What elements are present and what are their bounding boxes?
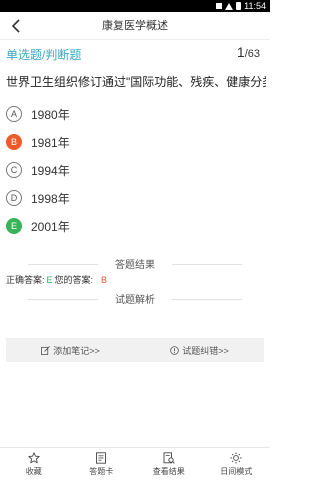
tab-label: 收藏 (25, 466, 42, 476)
add-note-button[interactable]: 添加笔记>> (6, 338, 135, 362)
my-answer-label: 您的答案: (54, 275, 94, 285)
tab-answer-card[interactable]: 答题卡 (68, 448, 136, 480)
battery-icon (236, 2, 242, 10)
option-text: 1994年 (31, 163, 70, 178)
status-icons: 11:54 (216, 0, 266, 12)
question-progress: 1/63 (237, 44, 260, 60)
analysis-section-title: 试题解析 (0, 291, 270, 306)
result-icon (163, 451, 175, 464)
option-text: 1998年 (31, 191, 70, 206)
edit-icon (41, 345, 51, 355)
star-icon (28, 451, 40, 463)
top-bar: 康复医学概述 (0, 12, 270, 40)
option-a[interactable]: A 1980年 (6, 100, 264, 128)
action-bar: 添加笔记>> 试题纠错>> (6, 338, 264, 362)
option-c[interactable]: C 1994年 (6, 156, 264, 184)
notification-icon (216, 3, 223, 9)
alert-icon (170, 345, 180, 355)
option-e[interactable]: E 2001年 (6, 212, 264, 240)
page-title: 康复医学概述 (102, 20, 168, 32)
correct-answer-label: 正确答案: (6, 275, 45, 285)
option-letter: A (6, 106, 22, 122)
option-letter: D (6, 190, 22, 206)
option-text: 2001年 (31, 219, 70, 234)
report-error-button[interactable]: 试题纠错>> (135, 338, 264, 362)
option-letter: B (6, 134, 22, 150)
tab-label: 答题卡 (89, 466, 114, 476)
option-text: 1981年 (31, 135, 70, 150)
option-text: 1980年 (31, 107, 70, 122)
option-letter: E (6, 218, 22, 234)
current-index: 1 (236, 44, 245, 60)
total-count: /63 (244, 48, 260, 60)
tab-label: 日间模式 (220, 466, 253, 476)
option-list: A 1980年 B 1981年 C 1994年 D 1998年 E 2001年 (6, 100, 264, 240)
signal-icon (225, 2, 234, 10)
option-letter: C (6, 162, 22, 178)
option-b[interactable]: B 1981年 (6, 128, 264, 156)
my-answer-value: B (101, 275, 108, 285)
result-section-title: 答题结果 (0, 256, 270, 271)
sun-icon (230, 452, 242, 463)
tab-day-mode[interactable]: 日间模式 (203, 448, 271, 480)
answer-result: 正确答案: E 您的答案: B (6, 273, 107, 286)
tab-view-result[interactable]: 查看结果 (135, 448, 203, 480)
tab-favorite[interactable]: 收藏 (0, 448, 68, 480)
tab-label: 查看结果 (152, 466, 185, 476)
correct-answer-value: E (46, 275, 53, 285)
card-icon (96, 451, 107, 464)
status-bar: 11:54 (0, 0, 270, 12)
status-time: 11:54 (244, 1, 266, 11)
report-error-label: 试题纠错>> (182, 345, 229, 356)
question-text: 世界卫生组织修订通过"国际功能、残疾、健康分类"是 (6, 75, 266, 89)
question-type: 单选题/判断题 (6, 48, 82, 62)
option-d[interactable]: D 1998年 (6, 184, 264, 212)
add-note-label: 添加笔记>> (53, 345, 100, 356)
bottom-tab-bar: 收藏 答题卡 查看结果 日间模式 (0, 447, 270, 480)
